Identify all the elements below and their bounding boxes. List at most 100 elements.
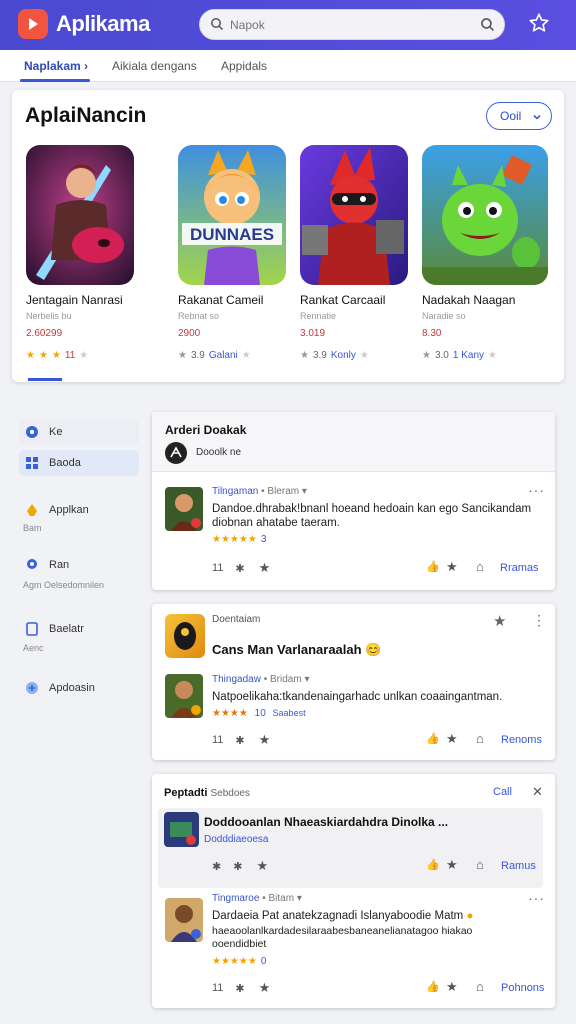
like-count: 11 bbox=[212, 734, 224, 746]
user-avatar-icon[interactable] bbox=[165, 442, 187, 464]
home-icon[interactable]: ⌂ bbox=[476, 731, 484, 746]
pin-icon[interactable]: ✱ bbox=[235, 982, 244, 995]
sidebar-item-ran[interactable]: Ran bbox=[19, 552, 139, 578]
star-icon[interactable]: ★ bbox=[256, 858, 268, 874]
panel-subtitle: Dooolk ne bbox=[196, 447, 242, 458]
app-rating: ★ ★ ★ 11 ★ bbox=[26, 350, 88, 361]
app-thumbnail[interactable] bbox=[26, 145, 134, 285]
pin-icon[interactable]: ✱ bbox=[212, 860, 221, 873]
close-icon[interactable]: ✕ bbox=[532, 784, 543, 800]
app-card[interactable]: Rankat Carcaail Rennatie 3.019 ★ 3.9 Kon… bbox=[300, 145, 428, 361]
app-card[interactable]: DUNNAES Rakanat Cameil Rebnat so 2900 ★ … bbox=[178, 145, 306, 361]
search-bar[interactable] bbox=[199, 9, 505, 40]
review-actions: 11 ✱ ★ bbox=[212, 980, 270, 996]
star-icon[interactable]: ★ bbox=[493, 612, 506, 630]
thumbs-up-icon[interactable]: 👍 bbox=[426, 560, 440, 573]
active-tab-indicator bbox=[20, 79, 90, 82]
flame-icon bbox=[25, 503, 39, 517]
app-card[interactable]: Nadakah Naagan Naradie so 8.30 ★ 3.0 1 K… bbox=[422, 145, 550, 361]
home-icon[interactable]: ⌂ bbox=[476, 857, 484, 872]
sidebar-item-sublabel: Aenc bbox=[23, 643, 44, 653]
app-rating: ★ 3.0 1 Kany ★ bbox=[422, 350, 497, 361]
star-icon[interactable]: ★ bbox=[259, 560, 271, 576]
search-input[interactable] bbox=[230, 15, 470, 35]
app-logo-icon[interactable] bbox=[18, 9, 48, 39]
star-icon[interactable]: ★ bbox=[259, 980, 271, 996]
app-card[interactable]: Jentagain Nanrasi Nerbelis bu 2.60299 ★ … bbox=[26, 145, 154, 361]
app-rating: ★ 3.9 Konly ★ bbox=[300, 350, 369, 361]
rating-label: Konly bbox=[330, 350, 356, 361]
thumbs-up-icon[interactable]: 👍 bbox=[426, 858, 440, 871]
featured-apps-section: AplaiNancin Ooil Jentagain Nanrasi Nerbe… bbox=[12, 90, 564, 382]
tab-naplakam[interactable]: Naplakam › bbox=[24, 59, 88, 73]
reviewer-avatar[interactable] bbox=[165, 674, 203, 718]
app-thumbnail[interactable] bbox=[422, 145, 548, 285]
orange-dot-icon: ● bbox=[466, 910, 474, 922]
renoms-link[interactable]: Renoms bbox=[501, 734, 542, 746]
section-title: AplaiNancin bbox=[25, 104, 147, 127]
featured-dropdown-button[interactable]: Ooil bbox=[486, 102, 552, 130]
app-subtitle: Rennatie bbox=[300, 311, 337, 321]
star-icon: ★ bbox=[300, 350, 309, 361]
ramus-link[interactable]: Ramus bbox=[501, 860, 536, 872]
like-count: 11 bbox=[212, 982, 224, 994]
app-name: Jentagain Nanrasi bbox=[26, 293, 123, 307]
pin-icon[interactable]: ✱ bbox=[233, 860, 242, 873]
favorites-star-icon[interactable] bbox=[528, 12, 552, 36]
sidebar-item-ke[interactable]: Ke bbox=[19, 419, 139, 445]
pin-icon[interactable]: ✱ bbox=[235, 734, 244, 747]
review-actions: 11 ✱ ★ bbox=[212, 560, 270, 576]
review-meta: Tingmaroe • Bitam ▾ bbox=[212, 893, 302, 904]
sidebar-item-label: Ke bbox=[49, 426, 63, 438]
thumbs-up-icon[interactable]: 👍 bbox=[426, 732, 440, 745]
star-icon[interactable]: ★ bbox=[446, 857, 458, 873]
call-button[interactable]: Call bbox=[493, 786, 512, 798]
more-options-icon[interactable]: ··· bbox=[528, 890, 545, 906]
app-price: 2.60299 bbox=[26, 328, 63, 339]
review-meta: Thingadaw • Bridam ▾ bbox=[212, 674, 310, 685]
reviewer-avatar[interactable] bbox=[165, 487, 203, 531]
pin-icon[interactable]: ✱ bbox=[235, 562, 244, 575]
tab-aikiala[interactable]: Aikiala dengans bbox=[112, 59, 197, 73]
star-icon[interactable]: ★ bbox=[446, 731, 458, 747]
review-text-cont: ooendidbiet bbox=[212, 938, 267, 950]
quoted-post-thumbnail[interactable] bbox=[164, 812, 199, 847]
more-options-icon[interactable]: ··· bbox=[528, 482, 545, 498]
rating-value: 3.9 bbox=[312, 350, 327, 361]
sidebar-item-sublabel: Bam bbox=[23, 523, 42, 533]
post-title: Cans Man Varlanaraalah 😊 bbox=[212, 642, 382, 657]
app-thumbnail[interactable]: DUNNAES bbox=[178, 145, 286, 285]
star-icon: ★ bbox=[178, 350, 187, 361]
tab-appidals[interactable]: Appidals bbox=[221, 59, 267, 73]
thumbs-up-icon[interactable]: 👍 bbox=[426, 980, 440, 993]
rramas-link[interactable]: Rramas bbox=[500, 562, 539, 574]
search-submit-icon[interactable] bbox=[480, 17, 495, 37]
more-vert-icon[interactable]: ⋮ bbox=[532, 612, 546, 629]
reviewer-avatar[interactable] bbox=[165, 898, 203, 942]
smile-emoji-icon: 😊 bbox=[365, 642, 382, 657]
star-icon[interactable]: ★ bbox=[446, 979, 458, 995]
home-icon[interactable]: ⌂ bbox=[476, 979, 484, 994]
sidebar-item-baoda[interactable]: Baoda bbox=[19, 450, 139, 476]
sidebar-item-applkan[interactable]: Applkan bbox=[19, 497, 139, 523]
app-price: 2900 bbox=[178, 328, 201, 339]
rating-label: Galani bbox=[208, 350, 238, 361]
sidebar-item-label: Apdoasin bbox=[49, 682, 95, 694]
star-icon: ★ bbox=[359, 350, 369, 361]
star-icon[interactable]: ★ bbox=[259, 732, 271, 748]
app-name: Nadakah Naagan bbox=[422, 293, 516, 307]
app-thumbnail[interactable] bbox=[300, 145, 408, 285]
app-rating: ★ 3.9 Galani ★ bbox=[178, 350, 251, 361]
quoted-post-title: Doddooanlan Nhaeaskiardahdra Dinolka ... bbox=[204, 815, 449, 829]
sidebar-item-apdoasin[interactable]: Apdoasin bbox=[19, 675, 139, 701]
post-app-icon[interactable] bbox=[165, 614, 205, 658]
app-subtitle: Rebnat so bbox=[178, 311, 220, 321]
sidebar-item-label: Ran bbox=[49, 559, 70, 571]
pohnons-link[interactable]: Pohnons bbox=[501, 982, 544, 994]
star-icon[interactable]: ★ bbox=[446, 559, 458, 575]
app-subtitle: Naradie so bbox=[422, 311, 466, 321]
sidebar-item-baelatr[interactable]: Baelatr bbox=[19, 616, 139, 642]
star-icon: ★ bbox=[488, 350, 497, 361]
home-icon[interactable]: ⌂ bbox=[476, 559, 484, 574]
rating-value: 11 bbox=[64, 350, 76, 361]
